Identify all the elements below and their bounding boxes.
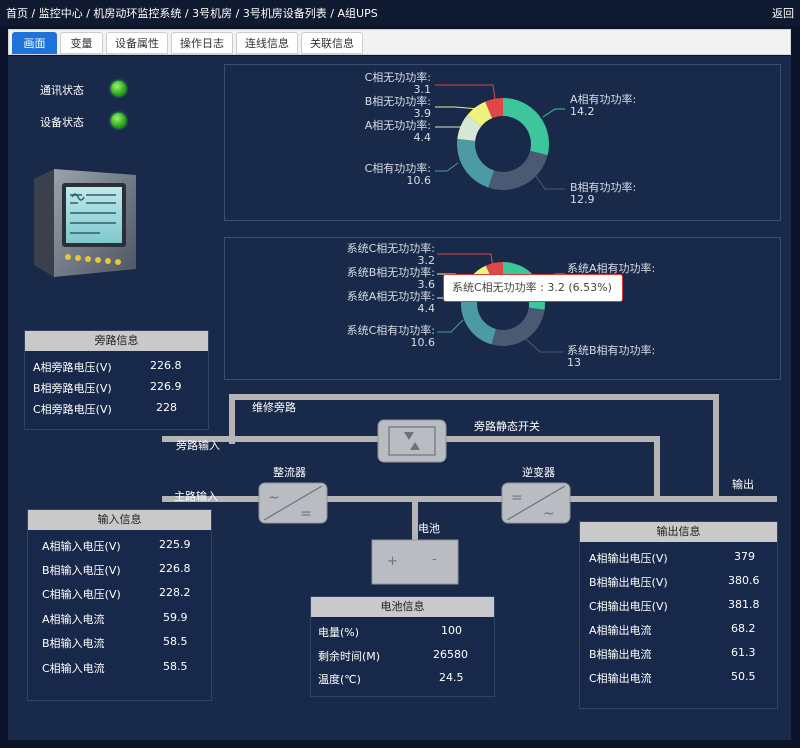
output-row-label: C相输出电压(V) bbox=[589, 600, 668, 613]
output-info-title: 输出信息 bbox=[580, 522, 777, 542]
output-row-label: C相输出电流 bbox=[589, 672, 652, 685]
battery-plus-sign: + bbox=[387, 554, 398, 569]
input-info-title: 输入信息 bbox=[28, 510, 211, 530]
rectifier-label: 整流器 bbox=[273, 466, 306, 479]
battery-row-value: 24.5 bbox=[439, 671, 464, 684]
main-input-label: 主路输入 bbox=[174, 490, 218, 503]
battery-row-value: 26580 bbox=[433, 648, 468, 661]
battery-row-label: 电量(%) bbox=[318, 626, 360, 639]
svg-text:~: ~ bbox=[543, 506, 555, 522]
bypass-input-label: 旁路输入 bbox=[176, 439, 220, 452]
input-row-label: A相输入电压(V) bbox=[42, 540, 121, 553]
input-row-value: 225.9 bbox=[159, 538, 191, 551]
input-row-label: C相输入电压(V) bbox=[42, 588, 121, 601]
output-row-value: 380.6 bbox=[728, 574, 760, 587]
inverter-symbol: = ~ bbox=[501, 482, 571, 524]
input-row-value: 228.2 bbox=[159, 586, 191, 599]
battery-label: 电池 bbox=[418, 522, 440, 535]
output-label: 输出 bbox=[732, 478, 754, 491]
input-row-label: B相输入电压(V) bbox=[42, 564, 121, 577]
battery-row-value: 100 bbox=[441, 624, 462, 637]
maintenance-bypass-label: 维修旁路 bbox=[252, 401, 296, 414]
battery-row-label: 剩余时间(M) bbox=[318, 650, 381, 663]
svg-text:=: = bbox=[300, 506, 312, 522]
output-row-value: 50.5 bbox=[731, 670, 756, 683]
output-row-label: A相输出电压(V) bbox=[589, 552, 668, 565]
output-row-label: B相输出电压(V) bbox=[589, 576, 668, 589]
svg-text:~: ~ bbox=[268, 490, 280, 506]
battery-row-label: 温度(℃) bbox=[318, 673, 361, 686]
output-row-value: 381.8 bbox=[728, 598, 760, 611]
battery-symbol bbox=[371, 539, 459, 585]
output-row-label: B相输出电流 bbox=[589, 648, 652, 661]
inverter-label: 逆变器 bbox=[522, 466, 555, 479]
battery-minus-sign: - bbox=[432, 552, 437, 567]
input-row-value: 58.5 bbox=[163, 635, 188, 648]
battery-info-box: 电池信息 电量(%) 100 剩余时间(M) 26580 温度(℃) 24.5 bbox=[310, 596, 495, 697]
input-row-value: 226.8 bbox=[159, 562, 191, 575]
output-row-label: A相输出电流 bbox=[589, 624, 652, 637]
output-row-value: 379 bbox=[734, 550, 755, 563]
input-info-box: 输入信息 A相输入电压(V) 225.9 B相输入电压(V) 226.8 C相输… bbox=[27, 509, 212, 701]
output-info-box: 输出信息 A相输出电压(V) 379 B相输出电压(V) 380.6 C相输出电… bbox=[579, 521, 778, 709]
output-row-value: 61.3 bbox=[731, 646, 756, 659]
svg-text:=: = bbox=[511, 490, 523, 506]
battery-info-title: 电池信息 bbox=[311, 597, 494, 617]
output-row-value: 68.2 bbox=[731, 622, 756, 635]
rectifier-symbol: ~ = bbox=[258, 482, 328, 524]
input-row-label: B相输入电流 bbox=[42, 637, 105, 650]
input-row-label: A相输入电流 bbox=[42, 613, 105, 626]
input-row-value: 58.5 bbox=[163, 660, 188, 673]
bypass-static-switch-symbol bbox=[377, 419, 447, 463]
input-row-value: 59.9 bbox=[163, 611, 188, 624]
input-row-label: C相输入电流 bbox=[42, 662, 105, 675]
bypass-static-switch-label: 旁路静态开关 bbox=[474, 420, 540, 433]
